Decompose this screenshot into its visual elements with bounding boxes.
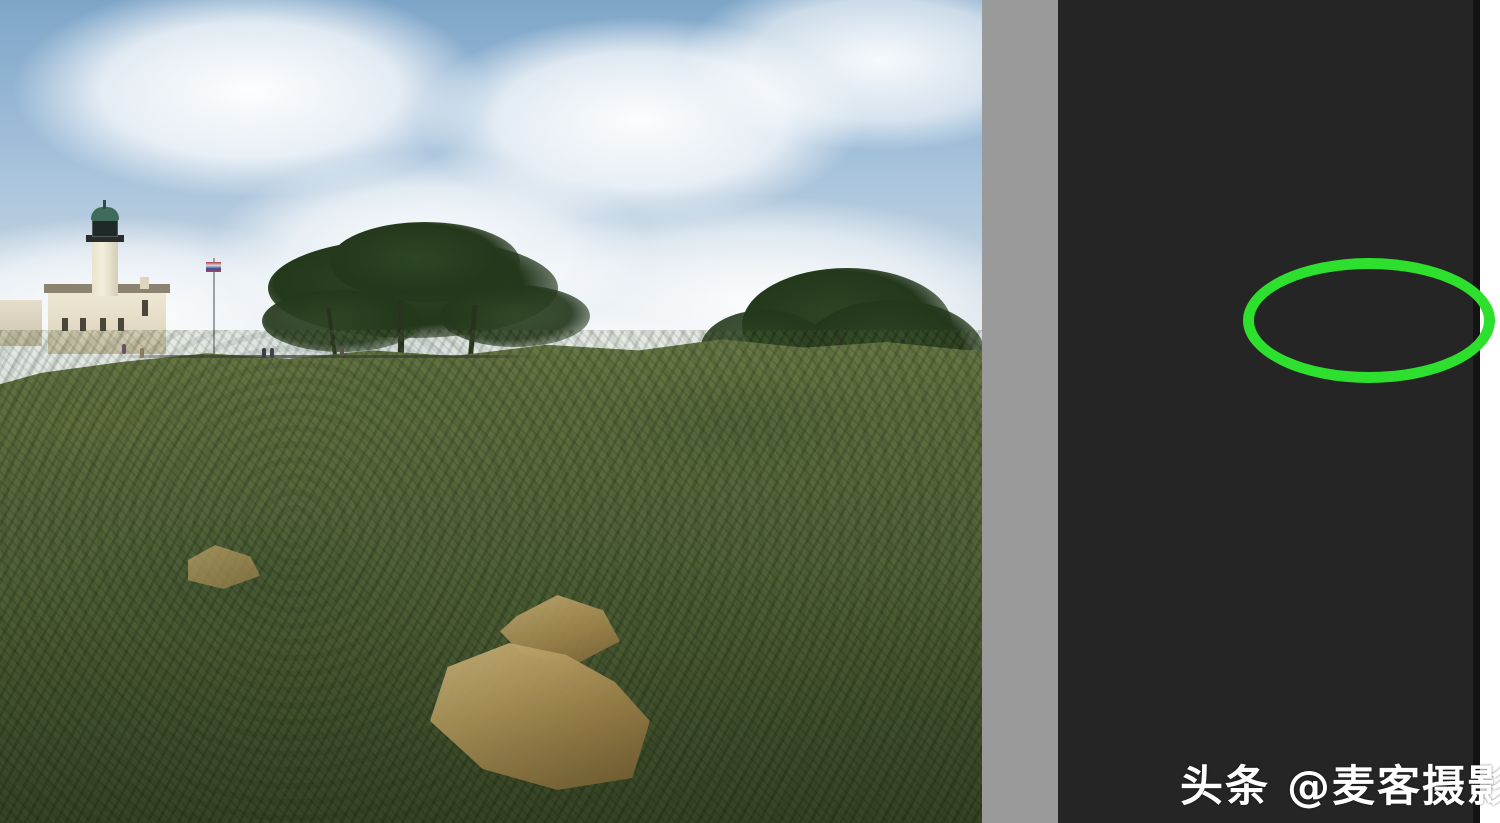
lightroom-develop-screen: Histogram ▼ ISO 100 70 mm ƒ / 7.1 <box>0 0 1500 823</box>
visitor <box>140 348 144 358</box>
photo-preview[interactable] <box>0 0 982 823</box>
screen-right-margin <box>1480 0 1500 823</box>
panel-divider[interactable] <box>982 0 1058 823</box>
visitor <box>122 344 126 354</box>
fence-line <box>120 355 540 358</box>
hillside-shadow <box>0 560 982 823</box>
visitor <box>262 348 266 358</box>
right-panel-right-edge <box>1473 0 1480 823</box>
flag <box>206 262 221 272</box>
watermark: 头条 @麦客摄影 <box>1180 762 1500 812</box>
visitor <box>340 346 344 356</box>
visitor <box>270 348 274 358</box>
right-panel: Histogram ▼ ISO 100 70 mm ƒ / 7.1 <box>1058 0 1480 823</box>
